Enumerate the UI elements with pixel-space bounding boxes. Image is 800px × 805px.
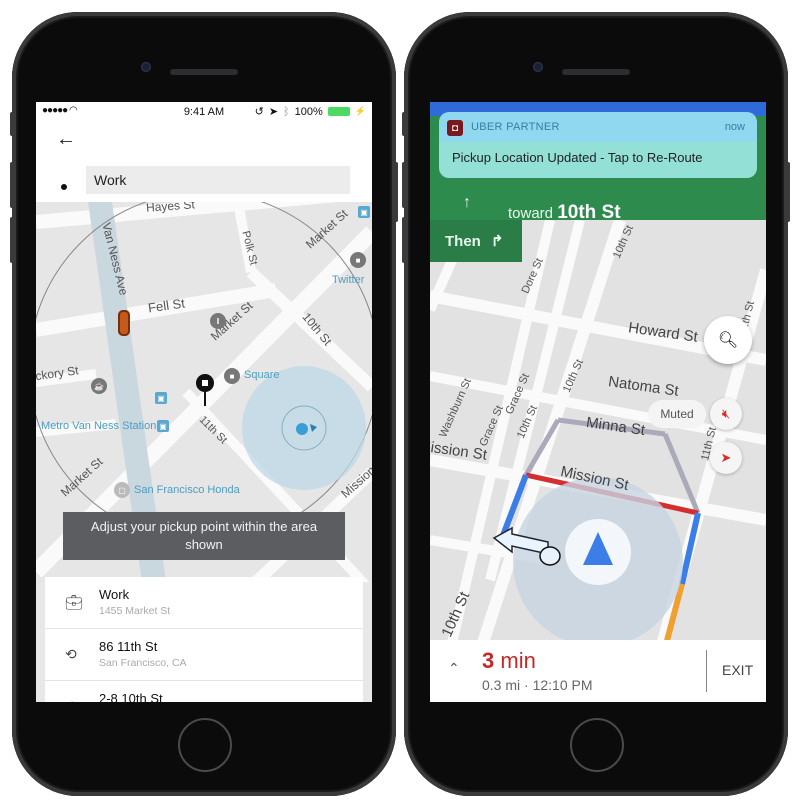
poi-label[interactable]: Twitter <box>332 274 364 286</box>
notification-app-name: UBER PARTNER <box>471 121 560 133</box>
turn-right-icon: ↱ <box>490 233 504 250</box>
battery-percent: 100% <box>294 105 323 118</box>
store-icon[interactable]: ■ <box>224 368 240 384</box>
front-camera <box>141 62 151 72</box>
pickup-pin[interactable] <box>196 374 214 406</box>
left-phone-frame: ●●●●● ◠ 9:41 AM ↺ ➤ ᛒ 100% ⚡ ← Work Haye… <box>10 12 398 796</box>
volume-down-button <box>402 217 406 263</box>
compass-button[interactable]: ➤ <box>710 442 742 474</box>
charging-icon: ⚡ <box>354 106 366 116</box>
current-location-dot <box>296 423 308 435</box>
cafe-icon[interactable]: ☕ <box>91 378 107 394</box>
uber-rider-screen: ●●●●● ◠ 9:41 AM ↺ ➤ ᛒ 100% ⚡ ← Work Haye… <box>36 102 372 702</box>
front-camera <box>533 62 543 72</box>
location-arrow-icon: ➤ <box>268 106 279 118</box>
waypoint-marker <box>539 546 561 566</box>
destination-search-input[interactable] <box>86 166 350 194</box>
chevron-up-icon[interactable]: ⌃ <box>448 660 460 677</box>
poi-label[interactable]: Metro Van Ness Station <box>41 420 156 432</box>
search-button[interactable]: 🔍︎ <box>704 316 752 364</box>
divider <box>706 650 707 692</box>
notification-message: Pickup Location Updated - Tap to Re-Rout… <box>452 150 703 165</box>
eta-time: 3 min <box>482 648 536 674</box>
earpiece-speaker <box>562 69 630 75</box>
volume-up-button <box>402 162 406 208</box>
navigation-map[interactable]: 9th St Dore St 10th St Howard St 11th St… <box>430 220 766 652</box>
right-phone-frame: 9th St Dore St 10th St Howard St 11th St… <box>402 12 790 796</box>
eta-unit: min <box>500 648 536 673</box>
speaker-muted-icon: 🔇︎ <box>721 406 731 421</box>
pin-head-icon <box>196 374 214 392</box>
bus-stop-icon: ▣ <box>157 420 169 432</box>
search-icon: 🔍︎ <box>717 332 739 349</box>
mute-switch <box>10 112 14 136</box>
result-item-work[interactable]: 💼︎ Work 1455 Market St <box>45 577 363 629</box>
destination-dot-icon <box>61 184 67 190</box>
car-icon <box>118 310 130 336</box>
briefcase-icon: 💼︎ <box>65 594 83 610</box>
bus-stop-icon: ▣ <box>155 392 167 404</box>
mute-toggle-button[interactable]: 🔇︎ <box>710 398 742 430</box>
trip-summary-bar: ⌃ 3 min 0.3 mi · 12:10 PM EXIT <box>430 640 766 702</box>
power-button <box>394 162 398 222</box>
volume-up-button <box>10 162 14 208</box>
status-right: ↺ ➤ ᛒ 100% ⚡ <box>254 105 366 119</box>
bus-stop-icon: ▣ <box>358 206 370 218</box>
result-subtitle: 1455 Market St <box>99 605 171 617</box>
earpiece-speaker <box>170 69 238 75</box>
history-icon: ⟲ <box>65 698 77 702</box>
power-button <box>786 162 790 222</box>
result-title: 86 11th St <box>99 639 158 654</box>
compass-icon: ➤ <box>720 450 732 465</box>
destination-results-list: 💼︎ Work 1455 Market St ⟲ 86 11th St San … <box>45 577 363 702</box>
pickup-hint-toast: Adjust your pickup point within the area… <box>63 512 345 560</box>
status-bar: ●●●●● ◠ 9:41 AM ↺ ➤ ᛒ 100% ⚡ <box>36 102 372 122</box>
result-item-recent[interactable]: ⟲ 2-8 10th St San Francisco, CA <box>45 681 363 702</box>
volume-down-button <box>10 217 14 263</box>
pin-stem <box>204 392 206 406</box>
road-hayes <box>36 202 339 229</box>
search-header: ← <box>36 122 372 202</box>
muted-label: Muted <box>648 400 706 428</box>
restaurant-icon[interactable]: ‖ <box>210 313 226 329</box>
store-icon[interactable]: ■ <box>350 252 366 268</box>
trip-details: 0.3 mi · 12:10 PM <box>482 677 593 693</box>
bluetooth-icon: ᛒ <box>283 105 290 118</box>
then-label: Then <box>445 232 481 250</box>
poi-label[interactable]: San Francisco Honda <box>134 484 240 496</box>
battery-icon <box>327 107 350 116</box>
then-turn-chip: Then ↱ <box>430 220 522 262</box>
result-title: Work <box>99 587 130 602</box>
result-subtitle: San Francisco, CA <box>99 657 187 669</box>
exit-button[interactable]: EXIT <box>722 662 753 678</box>
navigation-screen: 9th St Dore St 10th St Howard St 11th St… <box>430 102 766 702</box>
uber-partner-app-icon: ◘ <box>447 120 463 136</box>
direction-text: toward 10th St <box>508 202 621 224</box>
notification-time: now <box>724 121 745 133</box>
toward-street: 10th St <box>557 202 621 223</box>
arrow-left-icon[interactable]: ← <box>56 128 76 151</box>
mute-switch <box>402 112 406 136</box>
result-title: 2-8 10th St <box>99 691 163 702</box>
straight-arrow-icon: ↑ <box>463 194 471 211</box>
push-notification[interactable]: ◘ UBER PARTNER now Pickup Location Updat… <box>439 112 757 178</box>
home-button[interactable] <box>178 718 232 772</box>
rotation-lock-icon: ↺ <box>254 106 264 118</box>
history-icon: ⟲ <box>65 646 77 662</box>
car-dealer-icon[interactable]: ▢ <box>114 482 130 498</box>
result-item-recent[interactable]: ⟲ 86 11th St San Francisco, CA <box>45 629 363 681</box>
poi-label[interactable]: Square <box>244 369 279 381</box>
home-button[interactable] <box>570 718 624 772</box>
eta-value: 3 <box>482 648 495 673</box>
